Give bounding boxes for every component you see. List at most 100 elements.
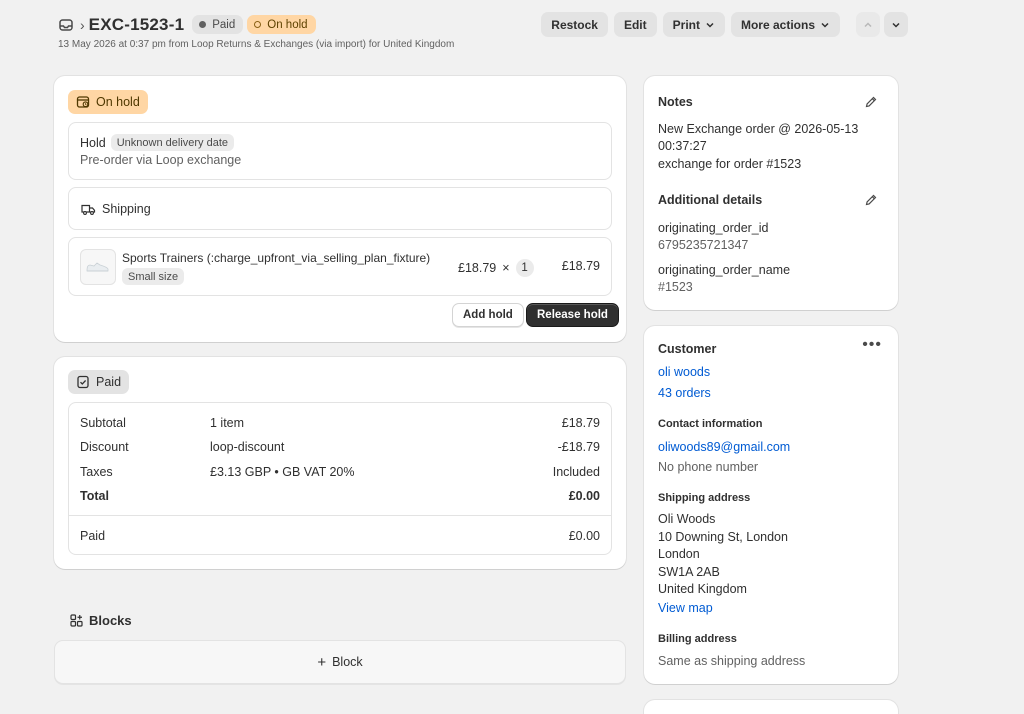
ring-dot-icon bbox=[254, 21, 262, 28]
variant-tag: Small size bbox=[122, 268, 185, 285]
shoe-icon bbox=[86, 262, 109, 272]
view-map-link[interactable]: View map bbox=[658, 600, 713, 618]
chevron-down-icon bbox=[820, 20, 830, 30]
shipping-address-title: Shipping address bbox=[658, 492, 751, 504]
line-total: £18.79 bbox=[561, 259, 600, 273]
product-thumbnail[interactable] bbox=[80, 249, 116, 285]
taxes-row: Taxes £3.13 GBP • GB VAT 20% Included bbox=[80, 465, 600, 483]
row-value: Included bbox=[552, 465, 600, 479]
note-line: 00:37:27 bbox=[658, 139, 707, 153]
blocks-title: Blocks bbox=[89, 613, 132, 628]
fulfillment-status-badge: On hold bbox=[247, 15, 316, 34]
chevron-down-icon bbox=[705, 20, 715, 30]
note-line: exchange for order #1523 bbox=[658, 157, 802, 171]
row-value: £0.00 bbox=[568, 489, 600, 503]
unit-price-qty: £18.79 × 1 bbox=[458, 259, 534, 277]
address-line: Oli Woods bbox=[658, 512, 716, 526]
address-line: 10 Downing St, London bbox=[658, 530, 788, 544]
hold-note: Pre-order via Loop exchange bbox=[80, 153, 242, 167]
row-label: Taxes bbox=[80, 465, 113, 479]
chevron-up-icon bbox=[864, 21, 872, 27]
row-value: £18.79 bbox=[561, 416, 600, 430]
more-options-icon[interactable]: ••• bbox=[862, 337, 882, 353]
chevron-down-icon bbox=[892, 22, 900, 28]
row-detail: loop-discount bbox=[210, 440, 285, 454]
add-block-label: Block bbox=[332, 655, 363, 669]
plus-icon: + bbox=[317, 653, 327, 671]
times-sign: × bbox=[502, 261, 510, 275]
shipping-box[interactable]: Shipping bbox=[68, 187, 612, 230]
address-line: London bbox=[658, 547, 700, 561]
row-label: Paid bbox=[80, 529, 106, 543]
edit-pencil-icon[interactable] bbox=[864, 95, 878, 109]
row-value: -£18.79 bbox=[557, 440, 600, 454]
paid-status-pill: Paid bbox=[68, 370, 130, 394]
next-card bbox=[644, 700, 898, 714]
detail-key: originating_order_id bbox=[658, 221, 769, 235]
customer-email-link[interactable]: oliwoods89@gmail.com bbox=[658, 439, 790, 457]
subtotal-row: Subtotal 1 item £18.79 bbox=[80, 416, 600, 434]
row-detail[interactable]: £3.13 GBP • GB VAT 20% bbox=[210, 465, 355, 479]
hold-reason-tag: Unknown delivery date bbox=[110, 134, 235, 151]
more-actions-button[interactable]: More actions bbox=[730, 12, 840, 37]
paid-row: Paid £0.00 bbox=[80, 529, 600, 547]
customer-orders-link[interactable]: 43 orders bbox=[658, 385, 711, 403]
quantity-badge: 1 bbox=[515, 259, 534, 277]
order-subtitle: 13 May 2026 at 0:37 pm from Loop Returns… bbox=[58, 39, 455, 50]
add-hold-button[interactable]: Add hold bbox=[452, 303, 524, 327]
product-name[interactable]: Sports Trainers (:charge_upfront_via_sel… bbox=[122, 251, 430, 265]
row-label: Subtotal bbox=[80, 416, 126, 430]
paid-label: Paid bbox=[96, 375, 122, 389]
more-actions-label: More actions bbox=[740, 17, 815, 32]
detail-value: 6795235721347 bbox=[658, 238, 749, 252]
shipping-label: Shipping bbox=[102, 202, 151, 216]
additional-details-title: Additional details bbox=[658, 193, 763, 207]
receipt-check-icon bbox=[76, 375, 90, 389]
restock-button[interactable]: Restock bbox=[541, 12, 608, 37]
blocks-icon bbox=[70, 614, 89, 627]
edit-pencil-icon[interactable] bbox=[864, 193, 878, 207]
customer-title: Customer bbox=[658, 342, 717, 356]
print-button[interactable]: Print bbox=[662, 12, 725, 37]
row-label: Discount bbox=[80, 440, 129, 454]
orders-inbox-icon[interactable] bbox=[58, 17, 74, 33]
page-title: EXC-1523-1 bbox=[88, 14, 185, 34]
customer-name-link[interactable]: oli woods bbox=[658, 364, 710, 382]
on-hold-status-pill: On hold bbox=[68, 90, 148, 114]
add-block-button[interactable]: + Block bbox=[54, 640, 626, 684]
on-hold-label: On hold bbox=[96, 95, 140, 109]
detail-value: #1523 bbox=[658, 280, 693, 294]
total-row: Total £0.00 bbox=[80, 489, 600, 507]
notes-card: Notes New Exchange order @ 2026-05-13 00… bbox=[644, 76, 898, 310]
customer-phone: No phone number bbox=[658, 460, 759, 474]
hold-label: Hold bbox=[80, 135, 106, 150]
previous-order-button[interactable] bbox=[856, 12, 880, 37]
print-label: Print bbox=[672, 17, 700, 32]
discount-row: Discount loop-discount -£18.79 bbox=[80, 440, 600, 458]
edit-button[interactable]: Edit bbox=[613, 12, 657, 37]
row-detail: 1 item bbox=[210, 416, 245, 430]
hold-reason-box: Hold Unknown delivery date Pre-order via… bbox=[68, 122, 612, 180]
payment-summary-box: Subtotal 1 item £18.79 Discount loop-dis… bbox=[68, 402, 612, 555]
payment-status-badge: Paid bbox=[192, 15, 244, 34]
payment-card: Paid Subtotal 1 item £18.79 Discount loo… bbox=[54, 357, 626, 569]
contact-info-title: Contact information bbox=[658, 418, 763, 430]
release-hold-button[interactable]: Release hold bbox=[526, 303, 619, 327]
blocks-section-title: Blocks bbox=[70, 613, 132, 628]
chevron-right-icon: › bbox=[80, 16, 85, 33]
hold-box-icon bbox=[76, 95, 90, 109]
note-line: New Exchange order @ 2026-05-13 bbox=[658, 122, 859, 136]
billing-address: Same as shipping address bbox=[658, 654, 806, 668]
divider bbox=[69, 515, 611, 516]
fulfillment-status-label: On hold bbox=[267, 18, 308, 31]
next-order-button[interactable] bbox=[884, 12, 908, 37]
customer-card: Customer ••• oli woods 43 orders Contact… bbox=[644, 326, 898, 684]
address-line: United Kingdom bbox=[658, 582, 747, 596]
payment-status-label: Paid bbox=[212, 18, 236, 31]
truck-icon bbox=[81, 203, 102, 216]
line-item-box: Sports Trainers (:charge_upfront_via_sel… bbox=[68, 237, 612, 296]
row-label: Total bbox=[80, 489, 109, 503]
order-header: › EXC-1523-1 Paid On hold 13 May 2026 at… bbox=[58, 12, 908, 52]
address-line: SW1A 2AB bbox=[658, 565, 720, 579]
filled-dot-icon bbox=[199, 21, 207, 28]
